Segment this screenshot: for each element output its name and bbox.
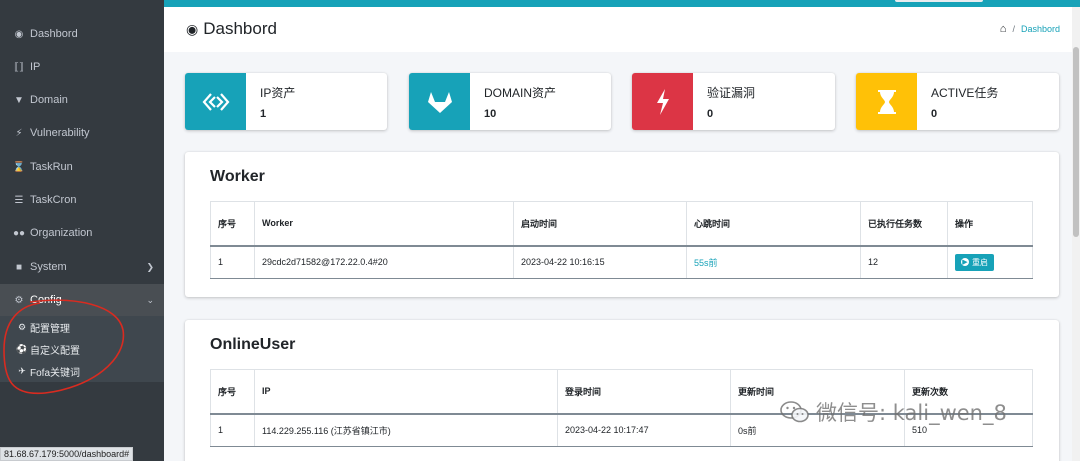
config-submenu: ⚙ 配置管理 ⚽ 自定义配置 ✈ Fofa关键词 (0, 316, 164, 382)
sidebar-item-organization[interactable]: ●● Organization (0, 218, 164, 248)
watermark-text: 微信号: kali_wen_8 (816, 401, 1007, 425)
breadcrumb-current: Dashbord (1020, 24, 1060, 34)
sidebar-item-config[interactable]: ⚙ Config ⌄ (0, 284, 164, 316)
sidebar-item-label: Domain (30, 94, 68, 106)
cell-heartbeat: 55s前 (686, 245, 861, 279)
submenu-item-label: 配置管理 (30, 323, 70, 335)
worker-table: 序号 Worker 启动时间 心跳时间 已执行任务数 操作 1 29cdc2d7… (210, 201, 1033, 279)
cell-worker: 29cdc2d71582@172.22.0.4#20 (254, 245, 514, 279)
cell-index: 1 (210, 245, 255, 279)
navbar-search-edge (895, 0, 983, 2)
scrollbar-thumb[interactable] (1073, 47, 1079, 237)
submenu-item-label: 自定义配置 (30, 345, 80, 357)
bolt-icon (632, 73, 693, 130)
sidebar-item-system[interactable]: ■ System ❯ (0, 252, 164, 282)
bolt-icon: ⚡ (15, 127, 23, 139)
cell-login-time: 2023-04-22 10:17:47 (557, 413, 731, 447)
page-title-text: Dashbord (203, 19, 277, 38)
sidebar: ◉ Dashbord ⟦⟧ IP ▼ Domain ⚡ Vulnerabilit… (0, 0, 164, 461)
soccer-ball-icon: ⚽ (16, 343, 28, 354)
column-header: Worker (254, 201, 514, 247)
sidebar-item-label: IP (30, 61, 41, 73)
column-header: 启动时间 (513, 201, 687, 247)
table-row: 1 29cdc2d71582@172.22.0.4#20 2023-04-22 … (210, 245, 1033, 279)
sidebar-item-taskcron[interactable]: ☰ TaskCron (0, 185, 164, 215)
gear-icon: ⚙ (17, 321, 27, 332)
info-box-label: DOMAIN资产 (484, 86, 557, 100)
column-header: 登录时间 (557, 369, 731, 415)
page-scrollbar[interactable] (1072, 7, 1080, 461)
submenu-item-fofa-keywords[interactable]: ✈ Fofa关键词 (0, 360, 164, 382)
info-box-number: 1 (260, 108, 267, 120)
submenu-item-label: Fofa关键词 (30, 367, 81, 379)
sidebar-item-label: System (30, 261, 67, 273)
column-header: 心跳时间 (686, 201, 861, 247)
card-title: Worker (210, 168, 265, 185)
column-header: 序号 (210, 201, 255, 247)
info-box-domain: DOMAIN资产 10 (409, 73, 611, 130)
sidebar-item-domain[interactable]: ▼ Domain (0, 85, 164, 115)
sidebar-item-label: TaskCron (30, 194, 77, 206)
cogs-icon: ⚙ (14, 294, 24, 306)
tachometer-icon: ◉ (14, 28, 24, 40)
tachometer-icon: ◉ (186, 20, 199, 37)
cell-task-count: 12 (860, 245, 948, 279)
sidebar-item-label: TaskRun (30, 161, 73, 173)
column-header: 操作 (947, 201, 1033, 247)
home-icon[interactable]: ⌂ (1000, 23, 1007, 35)
content-header: ◉ Dashbord ⌂ / Dashbord (164, 7, 1080, 52)
page-title: ◉ Dashbord (186, 19, 277, 39)
cell-start-time: 2023-04-22 10:16:15 (513, 245, 687, 279)
cell-index: 1 (210, 413, 255, 447)
column-header: 序号 (210, 369, 255, 415)
online-user-card: OnlineUser 序号 IP 登录时间 更新时间 更新次数 1 114.22… (185, 320, 1059, 461)
hourglass-icon: ⌛ (12, 161, 26, 173)
breadcrumb-separator: / (1012, 24, 1015, 34)
info-box-number: 0 (931, 108, 938, 120)
info-box-vulnerability: 验证漏洞 0 (632, 73, 835, 130)
sidebar-item-label: Vulnerability (30, 127, 90, 139)
wechat-watermark: 微信号: kali_wen_8 (780, 397, 1007, 427)
chevron-right-icon: ❯ (146, 261, 154, 272)
restart-button[interactable]: ▶ 重启 (955, 253, 994, 271)
sidebar-item-dashbord[interactable]: ◉ Dashbord (0, 19, 164, 49)
info-box-number: 10 (484, 108, 497, 120)
user-secret-icon: ■ (15, 261, 23, 273)
sidebar-item-label: Organization (30, 227, 93, 239)
submenu-item-custom-config[interactable]: ⚽ 自定义配置 (0, 338, 164, 360)
status-bar-url: 81.68.67.179:5000/dashboard# (0, 447, 134, 461)
sidebar-item-taskrun[interactable]: ⌛ TaskRun (0, 152, 164, 182)
gitlab-icon: ▼ (14, 94, 24, 106)
gitlab-icon (409, 73, 470, 130)
sidebar-item-vulnerability[interactable]: ⚡ Vulnerability (0, 118, 164, 148)
info-box-active-tasks: ACTIVE任务 0 (856, 73, 1059, 130)
restart-button-label: 重启 (972, 257, 988, 267)
breadcrumb: ⌂ / Dashbord (1000, 23, 1060, 35)
column-header: IP (254, 369, 558, 415)
wechat-icon (780, 401, 809, 423)
info-box-label: IP资产 (260, 86, 296, 100)
info-box-label: ACTIVE任务 (931, 86, 999, 100)
sidebar-item-label: Dashbord (30, 28, 78, 40)
column-header: 已执行任务数 (860, 201, 948, 247)
ip-arrows-icon (185, 73, 246, 130)
info-box-label: 验证漏洞 (707, 86, 756, 100)
sidebar-item-label: Config (30, 294, 62, 306)
card-title: OnlineUser (210, 336, 296, 353)
ip-arrows-icon: ⟦⟧ (14, 61, 24, 73)
list-icon: ☰ (14, 194, 24, 206)
cell-action: ▶ 重启 (947, 245, 1033, 279)
info-box-ip: IP资产 1 (185, 73, 387, 130)
plane-icon: ✈ (18, 365, 26, 376)
users-icon: ●● (12, 227, 26, 239)
worker-card: Worker 序号 Worker 启动时间 心跳时间 已执行任务数 操作 1 2… (185, 152, 1059, 297)
hourglass-icon (856, 73, 917, 130)
sidebar-item-ip[interactable]: ⟦⟧ IP (0, 52, 164, 82)
chevron-down-icon: ⌄ (146, 294, 154, 305)
submenu-item-config-manage[interactable]: ⚙ 配置管理 (0, 316, 164, 338)
play-circle-icon: ▶ (961, 258, 969, 267)
cell-ip: 114.229.255.116 (江苏省镇江市) (254, 413, 558, 447)
info-box-number: 0 (707, 108, 714, 120)
